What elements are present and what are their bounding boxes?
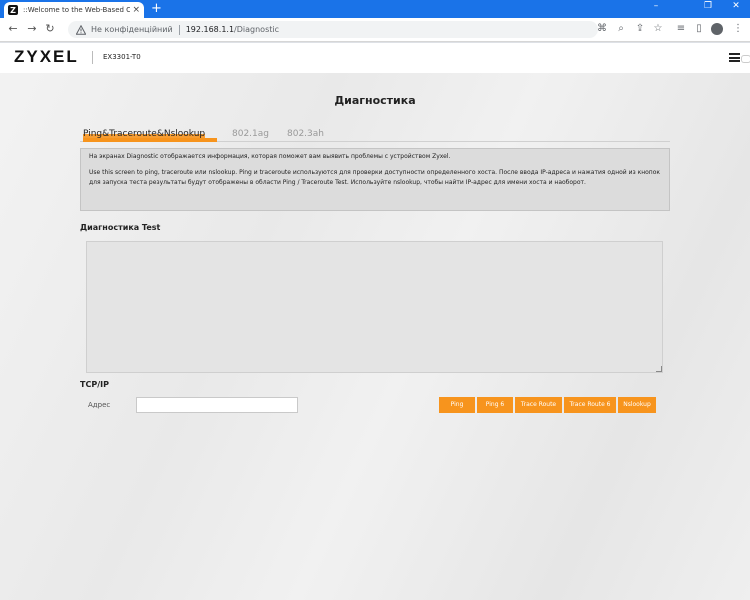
nslookup-button[interactable]: Nslookup	[618, 397, 656, 413]
profile-icon[interactable]	[711, 23, 723, 35]
url-path: /Diagnostic	[234, 25, 279, 34]
not-secure-label: Не конфіденційний	[91, 25, 173, 34]
browser-tab-title: ::Welcome to the Web-Based Co	[23, 6, 131, 14]
tab-close-icon[interactable]: ×	[132, 5, 140, 15]
info-text-line2: Use this screen to ping, traceroute или …	[89, 169, 661, 186]
window-minimize-button[interactable]: –	[646, 1, 666, 11]
header-divider	[92, 51, 93, 64]
test-section-title: Диагностика Test	[80, 223, 161, 232]
device-model: EX3301-T0	[103, 53, 141, 61]
ping6-button[interactable]: Ping 6	[477, 397, 513, 413]
textarea-resize-handle[interactable]	[656, 366, 662, 372]
address-bar[interactable]: Не конфіденційний 192.168.1.1 /Diagnosti…	[68, 21, 598, 38]
back-button[interactable]: ←	[6, 22, 20, 35]
traceroute-button[interactable]: Trace Route	[515, 397, 562, 413]
share-icon[interactable]: ⇪	[633, 23, 647, 34]
ping-button[interactable]: Ping	[439, 397, 475, 413]
tcpip-section-title: TCP/IP	[80, 380, 109, 389]
browser-tab[interactable]: Z ::Welcome to the Web-Based Co ×	[4, 2, 144, 18]
result-textarea[interactable]	[86, 241, 663, 373]
tab-802-1ag[interactable]: 802.1ag	[232, 129, 269, 139]
diagnostic-tabs: Ping&Traceroute&Nslookup 802.1ag 802.3ah	[80, 128, 670, 142]
zyxel-logo: ZYXEL	[14, 47, 79, 66]
star-icon[interactable]: ☆	[651, 23, 665, 34]
address-label: Адрес	[88, 401, 111, 409]
browser-toolbar: ← → ↻ Не конфіденційний 192.168.1.1 /Dia…	[0, 18, 750, 42]
tab-ping-traceroute-nslookup[interactable]: Ping&Traceroute&Nslookup	[83, 129, 206, 139]
scrollbar-thumb[interactable]	[742, 56, 750, 62]
page-content: ZYXEL EX3301-T0 Диагностика Ping&Tracero…	[0, 43, 750, 600]
tab-802-3ah[interactable]: 802.3ah	[287, 129, 324, 139]
app-header: ZYXEL EX3301-T0	[0, 43, 750, 73]
forward-button[interactable]: →	[25, 22, 39, 35]
url-separator	[178, 24, 180, 35]
zoom-icon[interactable]: ⌕	[614, 23, 628, 34]
info-box: На экранах Diagnostic отображается инфор…	[80, 148, 670, 211]
new-tab-button[interactable]: +	[151, 2, 162, 16]
warning-icon[interactable]	[76, 24, 86, 35]
page-title: Диагностика	[334, 94, 416, 107]
window-close-button[interactable]: ✕	[726, 1, 746, 11]
zyxel-favicon-icon: Z	[8, 5, 18, 15]
menu-icon[interactable]: ⋮	[731, 23, 745, 34]
reload-button[interactable]: ↻	[43, 22, 57, 35]
sidebar-icon[interactable]: ▯	[692, 23, 706, 34]
browser-tab-strip: Z ::Welcome to the Web-Based Co × + – ❐ …	[0, 0, 750, 18]
url-host: 192.168.1.1	[185, 25, 235, 34]
address-input[interactable]	[136, 397, 298, 413]
hamburger-menu-icon[interactable]	[729, 53, 740, 62]
traceroute6-button[interactable]: Trace Route 6	[564, 397, 616, 413]
window-maximize-button[interactable]: ❐	[698, 1, 718, 11]
info-text-line1: На экранах Diagnostic отображается инфор…	[89, 153, 451, 160]
reading-list-icon[interactable]: ≡	[674, 23, 688, 34]
translate-icon[interactable]: ⌘	[595, 23, 609, 34]
